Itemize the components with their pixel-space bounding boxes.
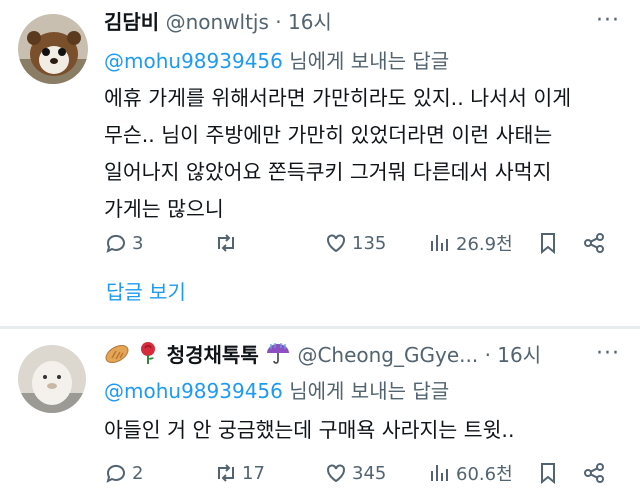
retweet-button[interactable]: 17 bbox=[214, 458, 265, 488]
tweet-text-line: 일어나지 않았어요 쫀득쿠키 그거뭐 다른데서 사먹지 bbox=[104, 160, 552, 184]
timestamp[interactable]: 16시 bbox=[497, 343, 541, 367]
tweet-text: 아들인 거 안 궁금했는데 구매욕 사라지는 트윗.. bbox=[104, 412, 514, 449]
plush-avatar-image bbox=[18, 345, 86, 413]
more-icon[interactable]: ··· bbox=[596, 8, 620, 33]
user-handle[interactable]: @Cheong_GGye... bbox=[297, 343, 478, 367]
tweet-header: 김담비 @nonwltjs · 16시 bbox=[104, 9, 332, 35]
reply-button[interactable]: 2 bbox=[104, 458, 143, 488]
views-button[interactable]: 60.6천 bbox=[428, 458, 513, 488]
bookmark-icon bbox=[541, 463, 555, 485]
display-name[interactable]: 김담비 bbox=[104, 10, 159, 34]
share-button[interactable] bbox=[582, 228, 606, 258]
reply-context-label: 님에게 보내는 답글 bbox=[282, 49, 450, 73]
rose-emoji bbox=[141, 342, 156, 364]
tweet-text-line: 아들인 거 안 궁금했는데 구매욕 사라지는 트윗.. bbox=[104, 418, 515, 442]
separator-dot: · bbox=[275, 10, 282, 34]
share-icon bbox=[584, 233, 604, 253]
user-handle[interactable]: @nonwltjs bbox=[166, 10, 269, 34]
show-replies-link[interactable]: 답글 보기 bbox=[106, 276, 186, 305]
like-icon bbox=[327, 234, 345, 253]
reply-context-label: 님에게 보내는 답글 bbox=[282, 379, 450, 403]
reply-button[interactable]: 3 bbox=[104, 228, 143, 258]
tweet-1[interactable]: 김담비 @nonwltjs · 16시 ··· @mohu98939456 님에… bbox=[0, 0, 640, 326]
retweet-count: 17 bbox=[242, 462, 265, 484]
reply-context: @mohu98939456 님에게 보내는 답글 bbox=[104, 378, 449, 404]
reply-mention[interactable]: @mohu98939456 bbox=[104, 379, 283, 403]
like-icon bbox=[327, 464, 345, 483]
umbrella-emoji bbox=[267, 343, 290, 364]
tweet-text-line: 무슨.. 님이 주방에만 가만히 있었더라면 이런 사태는 bbox=[104, 123, 553, 147]
views-count: 26.9천 bbox=[456, 234, 513, 255]
separator-dot: · bbox=[484, 343, 491, 367]
views-icon bbox=[431, 465, 448, 481]
action-bar: 2 17 345 60.6천 bbox=[104, 458, 614, 488]
like-count: 345 bbox=[352, 462, 387, 484]
bookmark-icon bbox=[541, 233, 555, 255]
bread-emoji bbox=[105, 344, 129, 364]
bookmark-button[interactable] bbox=[536, 228, 560, 258]
views-icon bbox=[431, 235, 448, 251]
share-button[interactable] bbox=[582, 458, 606, 488]
reply-count: 2 bbox=[132, 462, 144, 484]
views-count: 60.6천 bbox=[456, 464, 513, 485]
like-count: 135 bbox=[352, 232, 387, 254]
bookmark-button[interactable] bbox=[536, 458, 560, 488]
action-bar: 3 135 26.9천 bbox=[104, 228, 614, 258]
tweet-text-line: 가게는 많으니 bbox=[104, 197, 224, 221]
retweet-button[interactable] bbox=[214, 228, 242, 258]
like-button[interactable]: 135 bbox=[324, 228, 386, 258]
reply-count: 3 bbox=[132, 232, 144, 254]
tweet-text: 에휴 가게를 위해서라면 가만히라도 있지.. 나서서 이게 무슨.. 님이 주… bbox=[104, 80, 571, 228]
reply-icon bbox=[106, 464, 125, 483]
timestamp[interactable]: 16시 bbox=[288, 10, 332, 34]
reply-mention[interactable]: @mohu98939456 bbox=[104, 49, 283, 73]
more-icon[interactable]: ··· bbox=[596, 341, 620, 366]
avatar[interactable] bbox=[18, 14, 88, 84]
retweet-icon bbox=[218, 464, 234, 482]
avatar[interactable] bbox=[18, 345, 86, 413]
share-icon bbox=[584, 463, 604, 483]
tweet-text-line: 에휴 가게를 위해서라면 가만히라도 있지.. 나서서 이게 bbox=[104, 86, 572, 110]
tweet-header: 청경채톡톡 @Cheong_GGye... · 16시 bbox=[104, 341, 541, 368]
tweet-2[interactable]: 청경채톡톡 @Cheong_GGye... · 16시 ··· @mohu989… bbox=[0, 329, 640, 498]
like-button[interactable]: 345 bbox=[324, 458, 386, 488]
weasel-avatar-image bbox=[18, 14, 88, 84]
reply-icon bbox=[106, 234, 125, 253]
display-name[interactable]: 청경채톡톡 bbox=[167, 343, 259, 367]
retweet-icon bbox=[218, 234, 234, 252]
views-button[interactable]: 26.9천 bbox=[428, 228, 513, 258]
reply-context: @mohu98939456 님에게 보내는 답글 bbox=[104, 48, 449, 74]
